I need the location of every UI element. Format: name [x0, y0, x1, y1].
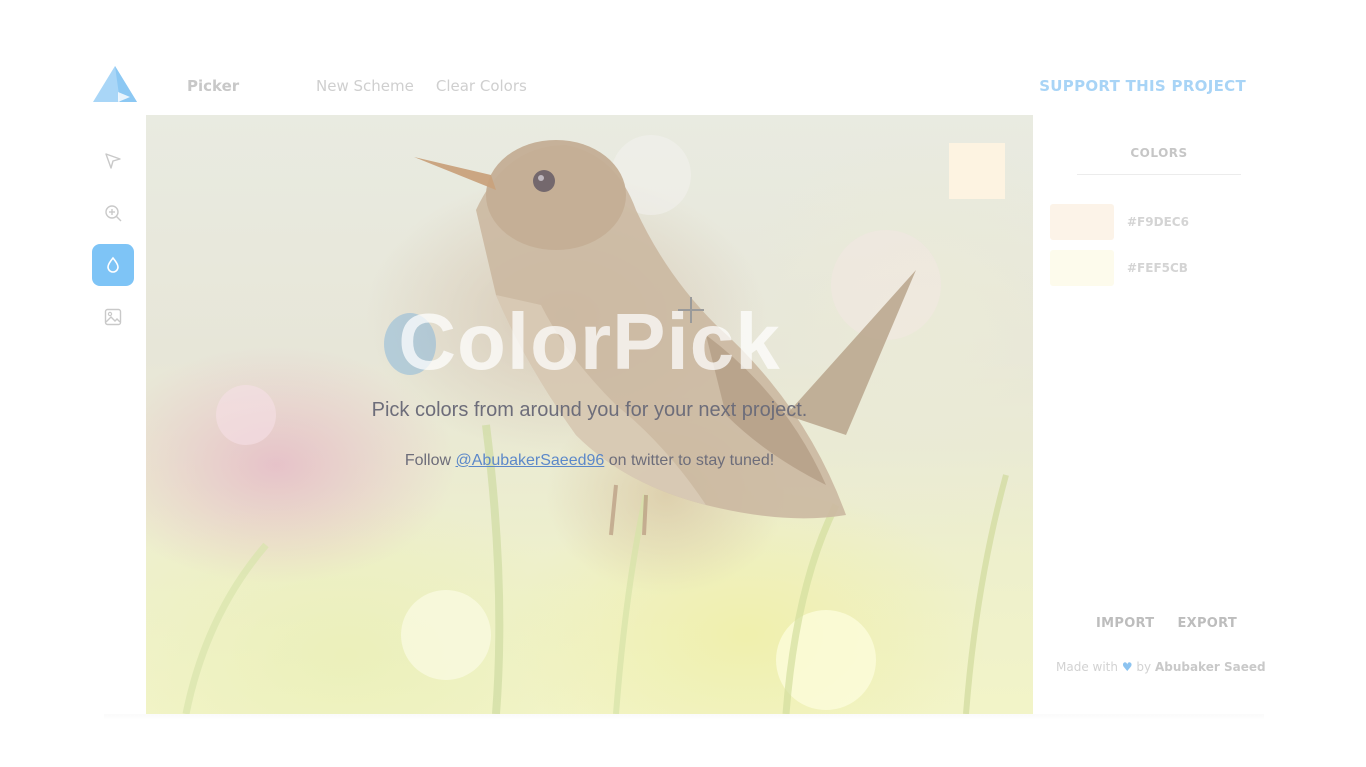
logo [93, 66, 137, 102]
top-nav: New Scheme Clear Colors [316, 77, 527, 95]
color-item[interactable]: #FEF5CB [1050, 250, 1189, 286]
app-title: Picker [187, 77, 240, 95]
droplet-icon [107, 256, 119, 273]
brand-text: ColorPick [398, 297, 781, 386]
color-item[interactable]: #F9DEC6 [1050, 204, 1189, 240]
follow-suffix: on twitter to stay tuned! [604, 452, 775, 469]
twitter-handle-link[interactable]: @AbubakerSaeed96 [456, 452, 605, 469]
credit-line: Made with ♥ by Abubaker Saeed [1056, 660, 1266, 674]
clear-colors-link[interactable]: Clear Colors [436, 77, 527, 95]
color-preview-swatch [949, 143, 1005, 199]
color-code: #FEF5CB [1127, 261, 1188, 275]
heart-icon: ♥ [1121, 660, 1133, 674]
image-tool-button[interactable] [92, 296, 134, 338]
new-scheme-link[interactable]: New Scheme [316, 77, 414, 95]
select-tool-button[interactable] [92, 140, 134, 182]
support-project-link[interactable]: SUPPORT THIS PROJECT [1039, 77, 1246, 95]
color-list: #F9DEC6 #FEF5CB [1050, 204, 1189, 296]
brand-wordmark: ColorPick [384, 297, 781, 387]
colors-heading: COLORS [1077, 146, 1241, 175]
credit-by: by [1136, 660, 1152, 674]
color-code: #F9DEC6 [1127, 215, 1189, 229]
image-icon [104, 308, 122, 326]
follow-text: Follow @AbubakerSaeed96 on twitter to st… [146, 452, 1033, 470]
zoom-tool-button[interactable] [92, 192, 134, 234]
bottom-divider [104, 714, 1264, 720]
credit-prefix: Made with [1056, 660, 1118, 674]
export-button[interactable]: EXPORT [1177, 616, 1237, 631]
intro-overlay: ColorPick Pick colors from around you fo… [146, 297, 1033, 470]
cursor-icon [105, 153, 121, 169]
import-export: IMPORT EXPORT [1096, 616, 1237, 631]
import-button[interactable]: IMPORT [1096, 616, 1154, 631]
picker-tool-button[interactable] [92, 244, 134, 286]
tagline: Pick colors from around you for your nex… [371, 399, 808, 421]
zoom-in-icon [105, 205, 122, 222]
toolbar [92, 140, 134, 348]
app: Picker New Scheme Clear Colors SUPPORT T… [90, 58, 1266, 722]
color-chip[interactable] [1050, 204, 1114, 240]
credit-author-link[interactable]: Abubaker Saeed [1155, 660, 1266, 674]
image-canvas[interactable]: ColorPick Pick colors from around you fo… [146, 115, 1033, 714]
color-chip[interactable] [1050, 250, 1114, 286]
follow-prefix: Follow [404, 452, 456, 469]
